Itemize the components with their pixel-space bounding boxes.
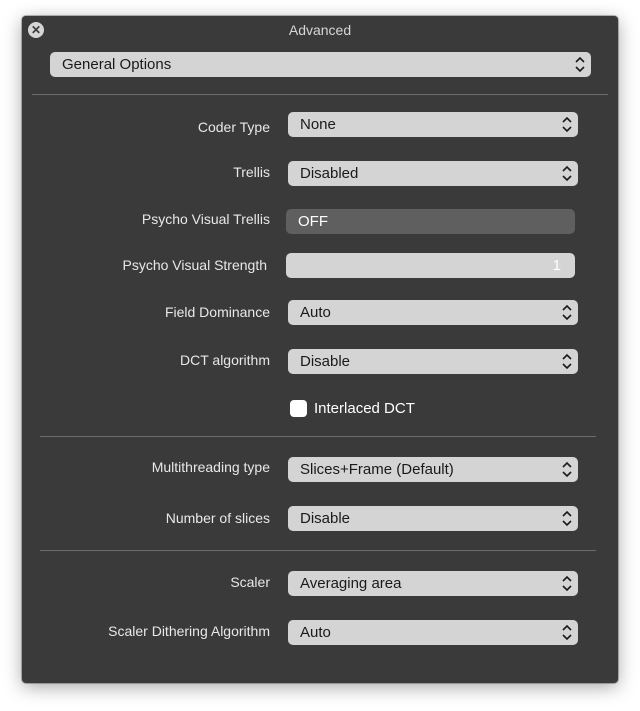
scaler-dithering-label: Scaler Dithering Algorithm [108,623,270,639]
dct-algorithm-value: Disable [300,353,351,370]
separator [40,550,596,551]
number-of-slices-select[interactable]: Disable [288,506,578,531]
chevron-up-down-icon [562,510,572,527]
labels-column: Coder Type Trellis Psycho Visual Trellis… [22,16,270,683]
psycho-visual-trellis-value: OFF [298,213,328,230]
scaler-dithering-select[interactable]: Auto [288,620,578,645]
trellis-value: Disabled [300,165,359,182]
chevron-up-down-icon [562,624,572,641]
trellis-select[interactable]: Disabled [288,161,578,186]
number-of-slices-label: Number of slices [165,510,270,526]
scaler-value: Averaging area [300,575,402,592]
psycho-visual-strength-input[interactable]: 1 [286,253,575,278]
multithreading-type-label: Multithreading type [151,459,270,475]
dct-algorithm-label: DCT algorithm [180,352,270,368]
psycho-visual-strength-label: Psycho Visual Strength [122,257,268,273]
trellis-label: Trellis [233,164,270,180]
interlaced-dct-box[interactable] [290,400,307,417]
multithreading-type-select[interactable]: Slices+Frame (Default) [288,457,578,482]
scaler-select[interactable]: Averaging area [288,571,578,596]
chevron-up-down-icon [562,575,572,592]
coder-type-label: Coder Type [197,119,270,135]
dct-algorithm-select[interactable]: Disable [288,349,578,374]
separator [40,436,596,437]
psycho-visual-strength-value: 1 [552,257,561,274]
chevron-up-down-icon [562,461,572,478]
field-dominance-value: Auto [300,304,331,321]
chevron-up-down-icon [562,304,572,321]
chevron-up-down-icon [562,116,572,133]
chevron-up-down-icon [562,353,572,370]
interlaced-dct-label: Interlaced DCT [314,400,415,417]
scaler-dithering-value: Auto [300,624,331,641]
advanced-window: ✕ Advanced General Options Coder Type Tr… [22,16,618,683]
multithreading-type-value: Slices+Frame (Default) [300,461,454,478]
number-of-slices-value: Disable [300,510,351,527]
field-dominance-label: Field Dominance [164,304,270,320]
chevron-up-down-icon [575,56,585,73]
coder-type-select[interactable]: None [288,112,578,137]
field-dominance-select[interactable]: Auto [288,300,578,325]
psycho-visual-trellis-toggle[interactable]: OFF [286,209,575,234]
coder-type-value: None [300,116,336,133]
chevron-up-down-icon [562,165,572,182]
psycho-visual-trellis-label: Psycho Visual Trellis [141,211,270,227]
scaler-label: Scaler [230,574,270,590]
